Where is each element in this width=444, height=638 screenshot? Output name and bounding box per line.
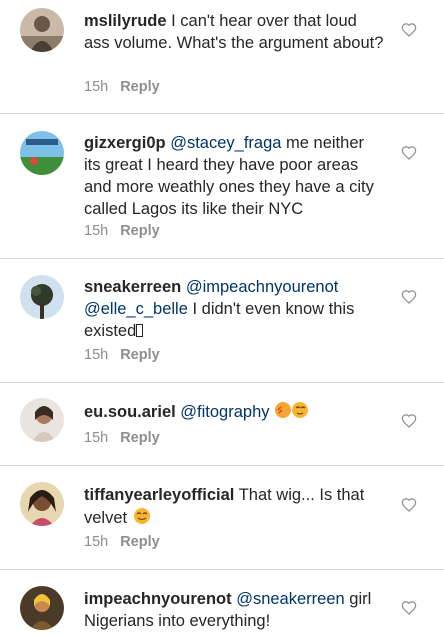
comment-text: eu.sou.ariel @fitography (84, 400, 384, 423)
comment-timestamp: 15h (84, 534, 109, 550)
emoji-icon (133, 508, 150, 524)
avatar[interactable] (20, 398, 64, 442)
avatar[interactable] (20, 8, 64, 52)
comment-text: impeachnyourenot @sneakerreen girl Niger… (84, 588, 384, 632)
avatar[interactable] (20, 131, 64, 175)
comment-mention[interactable]: @stacey_fraga (170, 134, 281, 152)
comment-timestamp: 15h (84, 223, 109, 239)
reply-button[interactable]: Reply (120, 430, 160, 446)
comment-username[interactable]: tiffanyearleyofficial (84, 486, 234, 504)
comment-meta: 15h Reply (84, 345, 160, 365)
comment-username[interactable]: impeachnyourenot (84, 590, 232, 608)
divider (0, 465, 444, 466)
avatar[interactable] (20, 275, 64, 319)
comment-text: tiffanyearleyofficial That wig... Is tha… (84, 484, 384, 529)
divider (0, 113, 444, 114)
comment-username[interactable]: gizxergi0p (84, 134, 166, 152)
avatar[interactable] (20, 586, 64, 630)
heart-icon[interactable] (401, 497, 417, 513)
divider (0, 258, 444, 259)
heart-icon[interactable] (401, 289, 417, 305)
comment-meta: 15h Reply (84, 221, 160, 241)
comment-username[interactable]: mslilyrude (84, 12, 167, 30)
comment-timestamp: 15h (84, 347, 109, 363)
comment-timestamp: 15h (84, 79, 109, 95)
heart-icon[interactable] (401, 22, 417, 38)
comment-meta: 15h Reply (84, 428, 160, 448)
heart-icon[interactable] (401, 413, 417, 429)
comment-text: sneakerreen @impeachnyourenot @elle_c_be… (84, 276, 384, 342)
emoji-icon (275, 402, 309, 418)
comment-username[interactable]: sneakerreen (84, 278, 181, 296)
reply-button[interactable]: Reply (120, 223, 160, 239)
comment-mention[interactable]: @impeachnyourenot (186, 278, 339, 296)
comment-meta: 15h Reply (84, 532, 160, 552)
reply-button[interactable]: Reply (120, 534, 160, 550)
divider (0, 569, 444, 570)
comment-mention[interactable]: @sneakerreen (236, 590, 344, 608)
comment-timestamp: 15h (84, 430, 109, 446)
comment-meta: 15h Reply (84, 77, 160, 97)
reply-button[interactable]: Reply (120, 79, 160, 95)
comment-text: mslilyrude I can't hear over that loud a… (84, 10, 384, 54)
comment-text: gizxergi0p @stacey_fraga me neither its … (84, 132, 384, 220)
missing-glyph (136, 324, 144, 337)
comment-mention[interactable]: @elle_c_belle (84, 300, 188, 318)
divider (0, 382, 444, 383)
avatar[interactable] (20, 482, 64, 526)
reply-button[interactable]: Reply (120, 347, 160, 363)
comment-username[interactable]: eu.sou.ariel (84, 403, 176, 421)
heart-icon[interactable] (401, 145, 417, 161)
comment-mention[interactable]: @fitography (180, 403, 269, 421)
heart-icon[interactable] (401, 600, 417, 616)
